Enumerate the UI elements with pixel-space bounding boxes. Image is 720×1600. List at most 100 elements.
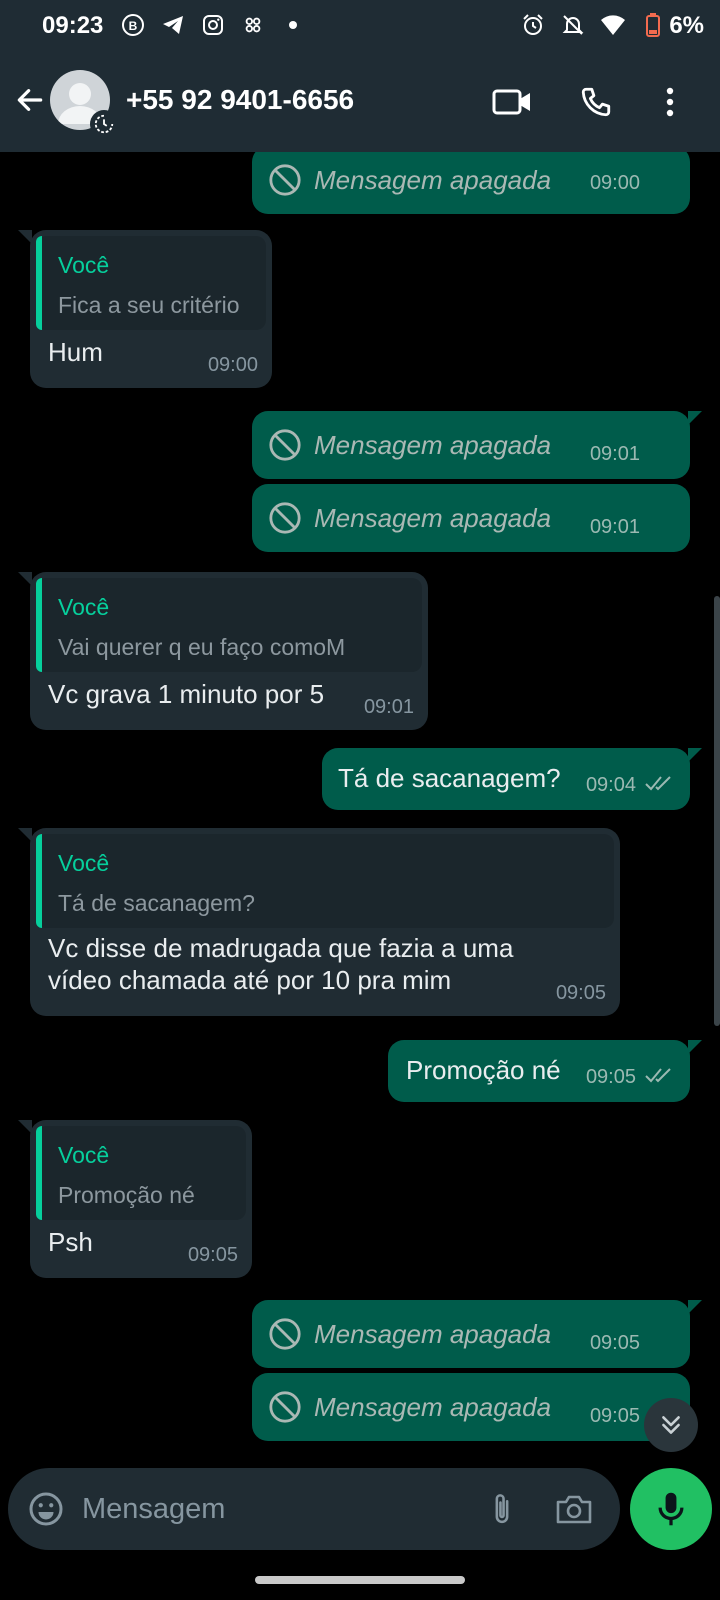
video-call-button[interactable] bbox=[490, 80, 534, 124]
system-navigation-bar bbox=[0, 1556, 720, 1600]
chat-header: +55 92 9401-6656 bbox=[0, 54, 720, 152]
microphone-icon bbox=[658, 1492, 684, 1526]
app-notification-icon bbox=[240, 12, 266, 38]
message-bubble-outgoing[interactable]: Mensagem apagada 09:01 bbox=[252, 411, 702, 479]
message-text: Psh bbox=[48, 1227, 93, 1257]
read-receipt-icon bbox=[645, 1068, 671, 1083]
message-time: 09:05 bbox=[589, 1332, 640, 1354]
deleted-message-text: Mensagem apagada bbox=[314, 429, 552, 460]
message-time: 09:04 bbox=[585, 774, 636, 796]
deleted-message: Mensagem apagada bbox=[268, 1373, 551, 1441]
quote-author: Você bbox=[58, 850, 110, 876]
message-time: 09:00 bbox=[207, 354, 258, 376]
deleted-message: Mensagem apagada bbox=[268, 1300, 551, 1368]
more-vertical-icon bbox=[666, 87, 674, 117]
whatsapp-business-icon: B bbox=[120, 12, 146, 38]
message-bubble-outgoing[interactable]: Tá de sacanagem? 09:04 bbox=[322, 748, 702, 810]
message-bubble-outgoing[interactable]: Mensagem apagada 09:05 bbox=[252, 1373, 690, 1441]
message-text: Vc grava 1 minuto por 5 bbox=[48, 679, 325, 709]
message-composer bbox=[8, 1468, 620, 1550]
notification-icons: B bbox=[120, 12, 306, 38]
quote-author: Você bbox=[58, 252, 110, 278]
video-camera-icon bbox=[492, 89, 530, 115]
message-time: 09:01 bbox=[589, 516, 640, 538]
voice-call-button[interactable] bbox=[574, 80, 618, 124]
status-bar: 09:23 B 6% bbox=[0, 0, 720, 54]
voice-message-button[interactable] bbox=[630, 1468, 712, 1550]
prohibited-icon bbox=[269, 1391, 301, 1423]
battery-low-icon bbox=[640, 12, 666, 38]
message-time: 09:01 bbox=[589, 443, 640, 465]
battery-percent: 6% bbox=[669, 12, 704, 39]
telegram-icon bbox=[160, 12, 186, 38]
message-bubble-incoming[interactable]: Você Vai querer q eu faço comoM Vc grava… bbox=[18, 572, 428, 730]
contact-name[interactable]: +55 92 9401-6656 bbox=[126, 84, 354, 116]
message-bubble-outgoing[interactable]: Mensagem apagada 09:01 bbox=[252, 484, 690, 552]
deleted-message: Mensagem apagada bbox=[268, 411, 551, 479]
deleted-message-text: Mensagem apagada bbox=[314, 164, 552, 195]
message-bubble-incoming[interactable]: Você Tá de sacanagem? Vc disse de madrug… bbox=[18, 828, 620, 1016]
paperclip-icon bbox=[495, 1494, 509, 1524]
scrollbar-thumb[interactable] bbox=[714, 596, 720, 1026]
message-time: 09:05 bbox=[555, 982, 606, 1004]
back-button[interactable] bbox=[10, 80, 50, 120]
emoji-button[interactable] bbox=[26, 1489, 66, 1529]
message-text: Promoção né bbox=[406, 1055, 561, 1085]
message-text-line: Vc disse de madrugada que fazia a uma bbox=[48, 933, 514, 963]
deleted-message: Mensagem apagada bbox=[268, 484, 551, 552]
message-text: Hum bbox=[48, 337, 103, 367]
system-icons bbox=[520, 12, 666, 38]
message-text: Tá de sacanagem? bbox=[338, 763, 561, 793]
deleted-message-text: Mensagem apagada bbox=[314, 1391, 552, 1422]
quoted-message[interactable]: Você Vai querer q eu faço comoM bbox=[36, 578, 422, 672]
arrow-left-icon bbox=[17, 89, 43, 111]
prohibited-icon bbox=[269, 164, 301, 196]
quote-text: Promoção né bbox=[58, 1182, 195, 1208]
camera-button[interactable] bbox=[552, 1489, 596, 1529]
message-time: 09:05 bbox=[589, 1405, 640, 1427]
muted-notifications-icon bbox=[560, 12, 586, 38]
deleted-message-text: Mensagem apagada bbox=[314, 502, 552, 533]
home-gesture-handle[interactable] bbox=[255, 1576, 465, 1584]
quoted-message[interactable]: Você Fica a seu critério bbox=[36, 236, 266, 330]
message-bubble-outgoing[interactable]: Mensagem apagada 09:00 bbox=[252, 152, 690, 214]
message-input[interactable] bbox=[82, 1482, 462, 1536]
quote-text: Vai querer q eu faço comoM bbox=[58, 634, 346, 660]
message-time: 09:05 bbox=[187, 1244, 238, 1266]
svg-text:B: B bbox=[129, 19, 138, 33]
deleted-message: Mensagem apagada bbox=[268, 152, 551, 214]
quote-author: Você bbox=[58, 1142, 110, 1168]
camera-icon bbox=[556, 1495, 592, 1524]
message-time: 09:05 bbox=[585, 1066, 636, 1088]
alarm-icon bbox=[520, 12, 546, 38]
prohibited-icon bbox=[269, 429, 301, 461]
message-time: 09:01 bbox=[363, 696, 414, 718]
attach-button[interactable] bbox=[482, 1489, 522, 1529]
status-time: 09:23 bbox=[42, 12, 104, 39]
message-bubble-incoming[interactable]: Você Fica a seu critério Hum 09:00 bbox=[18, 230, 272, 388]
prohibited-icon bbox=[269, 502, 301, 534]
instagram-icon bbox=[200, 12, 226, 38]
disappearing-messages-icon bbox=[90, 110, 118, 138]
quote-text: Fica a seu critério bbox=[58, 292, 240, 318]
quote-author: Você bbox=[58, 594, 110, 620]
message-time: 09:00 bbox=[589, 172, 640, 194]
phone-icon bbox=[581, 87, 611, 117]
message-list[interactable]: Mensagem apagada 09:00 Você Fica a seu c… bbox=[0, 152, 720, 1464]
read-receipt-icon bbox=[645, 776, 671, 791]
message-bubble-outgoing[interactable]: Mensagem apagada 09:05 bbox=[252, 1300, 702, 1368]
message-bubble-incoming[interactable]: Você Promoção né Psh 09:05 bbox=[18, 1120, 252, 1278]
deleted-message-text: Mensagem apagada bbox=[314, 1318, 552, 1349]
message-text-line: vídeo chamada até por 10 pra mim bbox=[48, 965, 452, 995]
quoted-message[interactable]: Você Tá de sacanagem? bbox=[36, 834, 614, 928]
menu-button[interactable] bbox=[648, 80, 692, 124]
double-chevron-down-icon bbox=[662, 1416, 680, 1434]
message-bubble-outgoing[interactable]: Promoção né 09:05 bbox=[388, 1040, 702, 1102]
wifi-icon bbox=[600, 12, 626, 38]
smiley-icon bbox=[29, 1492, 63, 1526]
prohibited-icon bbox=[269, 1318, 301, 1350]
quote-text: Tá de sacanagem? bbox=[58, 890, 255, 916]
quoted-message[interactable]: Você Promoção né bbox=[36, 1126, 246, 1220]
more-notifications-dot-icon bbox=[280, 12, 306, 38]
scroll-to-bottom-button[interactable] bbox=[644, 1398, 698, 1452]
